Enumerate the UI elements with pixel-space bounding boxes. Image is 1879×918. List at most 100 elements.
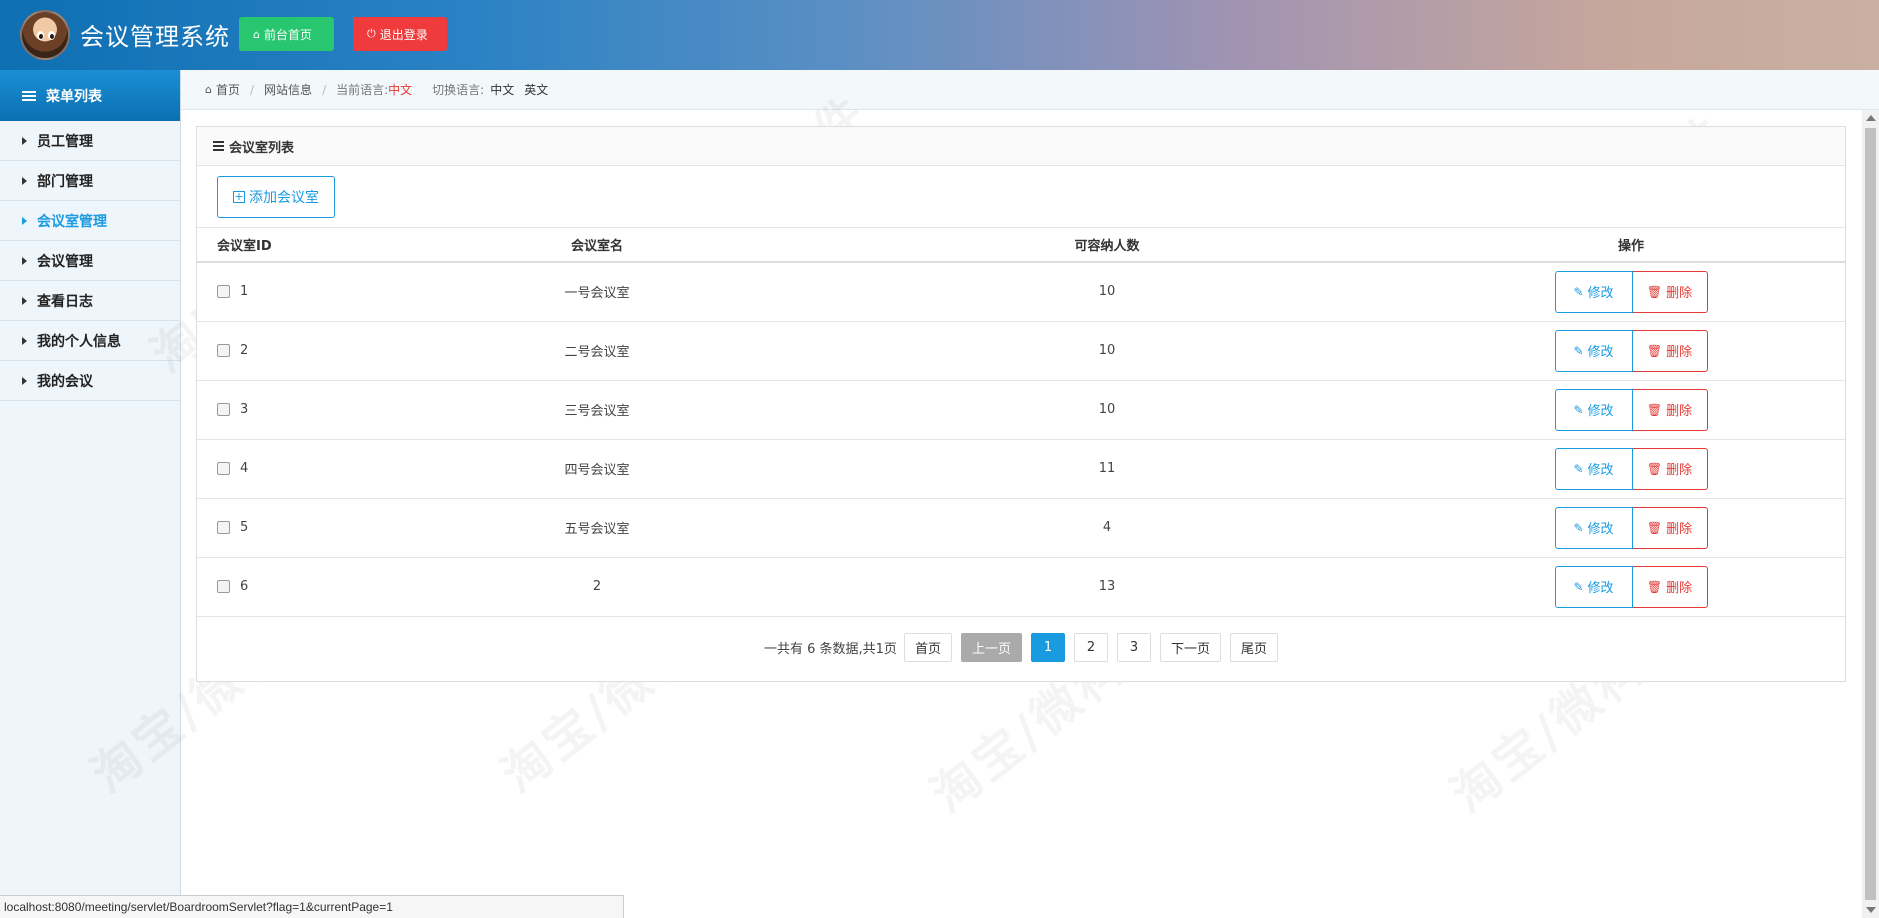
current-language-label: 当前语言: [336,83,389,97]
column-header-actions: 操作 [1417,228,1845,263]
edit-icon: ✎ [1573,579,1584,594]
add-boardroom-button[interactable]: + 添加会议室 [217,176,335,218]
last-page-button[interactable]: 尾页 [1229,633,1278,662]
row-checkbox[interactable] [217,580,230,593]
row-capacity: 10 [797,321,1417,381]
delete-label: 删除 [1666,581,1693,596]
home-button[interactable]: ⌂ 前台首页 [239,17,334,51]
sidebar-item-departments[interactable]: 部门管理 [0,161,180,201]
caret-right-icon [22,256,27,265]
row-id: 4 [240,461,249,476]
row-name: 五号会议室 [397,498,797,558]
sidebar-item-profile[interactable]: 我的个人信息 [0,321,180,361]
plus-square-icon: + [233,190,245,203]
scrollbar-thumb[interactable] [1865,128,1876,900]
row-checkbox[interactable] [217,521,230,534]
sidebar-item-employees[interactable]: 员工管理 [0,121,180,161]
row-checkbox[interactable] [217,285,230,299]
sidebar-item-label: 会议室管理 [37,213,107,230]
scroll-up-arrow-icon[interactable] [1866,115,1876,121]
row-checkbox[interactable] [217,462,230,475]
row-id: 2 [240,343,249,358]
logo-avatar [20,10,70,60]
delete-button[interactable]: 🗑 删除 [1632,388,1708,431]
row-id: 6 [240,579,249,594]
scroll-down-arrow-icon[interactable] [1866,907,1876,913]
sidebar-item-label: 我的会议 [37,373,93,390]
sidebar-item-my-meetings[interactable]: 我的会议 [0,361,180,401]
column-header-name: 会议室名 [397,228,797,263]
edit-label: 修改 [1587,581,1614,596]
trash-icon: 🗑 [1646,520,1663,535]
delete-button[interactable]: 🗑 删除 [1632,329,1708,372]
table-row: 2 二号会议室 10 ✎ 修改 🗑 删除 [197,321,1845,381]
row-name: 一号会议室 [397,262,797,322]
trash-icon: 🗑 [1646,343,1663,358]
boardroom-list-panel: 会议室列表 + 添加会议室 会议室ID 会议室名 可容纳人数 操作 1 一号会议… [196,126,1846,682]
sidebar-item-label: 部门管理 [37,173,93,190]
prev-page-button[interactable]: 上一页 [960,633,1022,662]
language-chinese-link[interactable]: 中文 [490,81,514,98]
row-capacity: 13 [797,557,1417,617]
caret-right-icon [22,176,27,185]
table-row: 3 三号会议室 10 ✎ 修改 🗑 删除 [197,380,1845,440]
delete-label: 删除 [1666,463,1693,478]
current-language-value: 中文 [388,83,413,97]
logout-button[interactable]: ⏻ 退出登录 [353,17,447,51]
boardroom-table: 会议室ID 会议室名 可容纳人数 操作 1 一号会议室 10 ✎ 修改 🗑 删除 2… [197,228,1845,617]
edit-button[interactable]: ✎ 修改 [1554,447,1633,490]
sidebar-item-label: 员工管理 [37,133,93,150]
edit-icon: ✎ [1573,461,1584,476]
caret-right-icon [22,136,27,145]
first-page-button[interactable]: 首页 [903,633,952,662]
home-button-label: 前台首页 [263,27,312,42]
row-checkbox[interactable] [217,344,230,357]
sidebar-item-label: 查看日志 [37,293,93,310]
trash-icon: 🗑 [1646,284,1663,299]
vertical-scrollbar[interactable] [1862,110,1879,918]
page-button-1[interactable]: 1 [1030,633,1065,662]
breadcrumb-separator: / [250,82,255,97]
edit-icon: ✎ [1573,402,1584,417]
delete-label: 删除 [1666,522,1693,537]
sidebar-item-label: 会议管理 [37,253,93,270]
row-name: 2 [397,557,797,617]
row-capacity: 4 [797,498,1417,558]
delete-button[interactable]: 🗑 删除 [1632,565,1708,608]
sidebar-item-logs[interactable]: 查看日志 [0,281,180,321]
table-row: 4 四号会议室 11 ✎ 修改 🗑 删除 [197,439,1845,499]
edit-icon: ✎ [1573,343,1584,358]
delete-button[interactable]: 🗑 删除 [1632,447,1708,490]
top-header: 会议管理系统 ⌂ 前台首页 ⏻ 退出登录 [0,0,1879,70]
breadcrumb-home[interactable]: 首页 [216,81,240,98]
next-page-button[interactable]: 下一页 [1159,633,1221,662]
breadcrumb: ⌂ 首页 / 网站信息 / 当前语言: 中文 切换语言: 中文 英文 [181,70,1879,110]
edit-button[interactable]: ✎ 修改 [1554,329,1633,372]
delete-button[interactable]: 🗑 删除 [1632,270,1708,313]
breadcrumb-site-info[interactable]: 网站信息 [264,81,312,98]
row-name: 二号会议室 [397,321,797,381]
list-icon [22,89,36,103]
language-english-link[interactable]: 英文 [524,81,548,98]
column-header-id: 会议室ID [197,228,397,263]
table-row: 5 五号会议室 4 ✎ 修改 🗑 删除 [197,498,1845,558]
edit-button[interactable]: ✎ 修改 [1554,565,1633,608]
status-url-tooltip: localhost:8080/meeting/servlet/Boardroom… [0,895,624,918]
edit-button[interactable]: ✎ 修改 [1554,506,1633,549]
edit-button[interactable]: ✎ 修改 [1554,388,1633,431]
sidebar: 菜单列表 员工管理 部门管理 会议室管理 会议管理 查看日志 我的个人信息 我的… [0,70,181,918]
power-icon: ⏻ [367,27,376,40]
edit-icon: ✎ [1573,284,1584,299]
panel-toolbar: + 添加会议室 [197,166,1845,228]
sidebar-item-boardrooms[interactable]: 会议室管理 [0,201,180,241]
column-header-capacity: 可容纳人数 [797,228,1417,263]
table-row: 1 一号会议室 10 ✎ 修改 🗑 删除 [197,262,1845,322]
menu-heading: 菜单列表 [0,70,180,121]
edit-button[interactable]: ✎ 修改 [1554,270,1633,313]
trash-icon: 🗑 [1646,402,1663,417]
delete-button[interactable]: 🗑 删除 [1632,506,1708,549]
row-checkbox[interactable] [217,403,230,416]
sidebar-item-meetings[interactable]: 会议管理 [0,241,180,281]
page-button-2[interactable]: 2 [1073,633,1108,662]
page-button-3[interactable]: 3 [1116,633,1151,662]
